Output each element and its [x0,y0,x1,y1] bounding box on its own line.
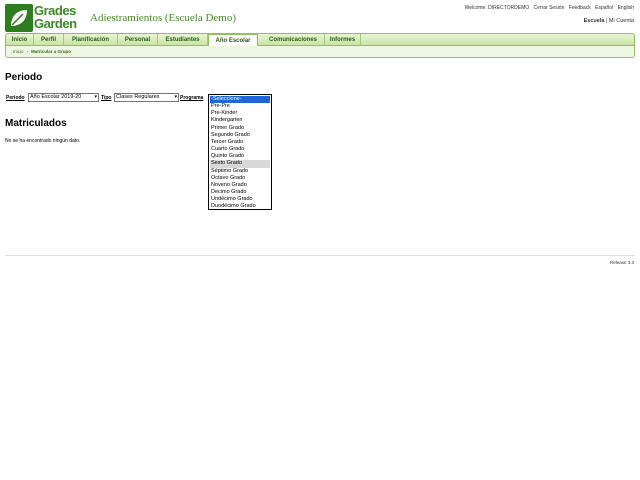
tab-comunicaciones[interactable]: Comunicaciones [262,34,325,46]
leaf-logo-icon [5,4,33,32]
welcome-text: Welcome: DIRECTORDEMO [464,5,530,11]
tipo-label[interactable]: Tipo [101,95,111,101]
mi-cuenta-link[interactable]: Mi Cuenta [609,18,634,24]
logo-text: Grades Garden [34,4,77,30]
programa-option[interactable]: Séptimo Grado [210,168,270,175]
breadcrumb-separator: › [26,49,29,54]
breadcrumb-current: Matricular a Grupo [31,49,72,54]
chevron-down-icon: ▾ [174,94,177,100]
feedback-link[interactable]: Feedback [569,5,591,11]
english-link[interactable]: English [618,5,634,11]
programa-option[interactable]: Quinto Grado [210,153,270,160]
escuela-link[interactable]: Escuela [584,18,605,24]
programa-option[interactable]: Pre-Pre [210,103,270,110]
periodo-select[interactable]: Año Escolar 2019-20 ▾ [28,93,99,102]
tab-planificacion[interactable]: Planificación [64,34,118,46]
chevron-down-icon: ▾ [94,94,97,100]
programa-option[interactable]: Sexto Grado [210,160,270,168]
tab-informes[interactable]: Informes [325,34,361,46]
tipo-select[interactable]: Clases Regulares ▾ [114,93,179,102]
tab-estudiantes[interactable]: Estudiantes [158,34,208,46]
programa-option[interactable]: Kindergarten [210,117,270,124]
programa-option[interactable]: Cuarto Grado [210,146,270,153]
tab-inicio[interactable]: Inicio [6,34,34,46]
programa-option[interactable]: Noveno Grado [210,182,270,189]
programa-option[interactable]: Tercer Grado [210,139,270,146]
periodo-heading: Periodo [5,72,43,83]
top-links: Welcome: DIRECTORDEMO Cerrar Sesión Feed… [462,5,634,11]
logout-link[interactable]: Cerrar Sesión [534,5,565,11]
tab-perfil[interactable]: Perfil [34,34,64,46]
main-navbar: Inicio Perfil Planificación Personal Est… [5,33,635,47]
programa-option[interactable]: Primer Grado [210,125,270,132]
programa-option[interactable]: -Seleccione- [210,96,270,104]
programa-option[interactable]: Undécimo Grado [210,196,270,203]
no-data-message: No se ha encontrado ningún dato. [5,138,81,144]
programa-option[interactable]: Segundo Grado [210,132,270,139]
logo-line-2: Garden [34,16,77,31]
programa-option[interactable]: Pre-Kinder [210,110,270,117]
breadcrumb: Inicio › Matricular a Grupo [13,49,71,54]
release-version: Release 3.3 [609,260,634,265]
spanish-link[interactable]: Español [595,5,613,11]
breadcrumb-bar: Inicio › Matricular a Grupo [5,46,635,58]
school-title: Adiestramientos (Escuela Demo) [90,12,237,24]
matriculados-heading: Matriculados [5,118,67,129]
account-links: Escuela | Mi Cuenta [584,18,634,24]
link-separator: | [605,18,608,24]
programa-label[interactable]: Programa [180,95,203,101]
programa-option[interactable]: Octavo Grado [210,175,270,182]
periodo-select-value: Año Escolar 2019-20 [30,94,82,100]
grades-garden-logo[interactable]: Grades Garden [5,4,83,32]
programa-option[interactable]: Decimo Grado [210,189,270,196]
tipo-select-value: Clases Regulares [116,94,160,100]
footer-divider [5,255,635,256]
tab-personal[interactable]: Personal [118,34,158,46]
programa-option[interactable]: Duodécimo Grado [210,203,270,210]
periodo-label[interactable]: Periodo [6,95,25,101]
breadcrumb-home[interactable]: Inicio [13,49,24,54]
programa-dropdown-list[interactable]: -Seleccione- Pre-Pre Pre-Kinder Kindergarte… [208,94,272,210]
